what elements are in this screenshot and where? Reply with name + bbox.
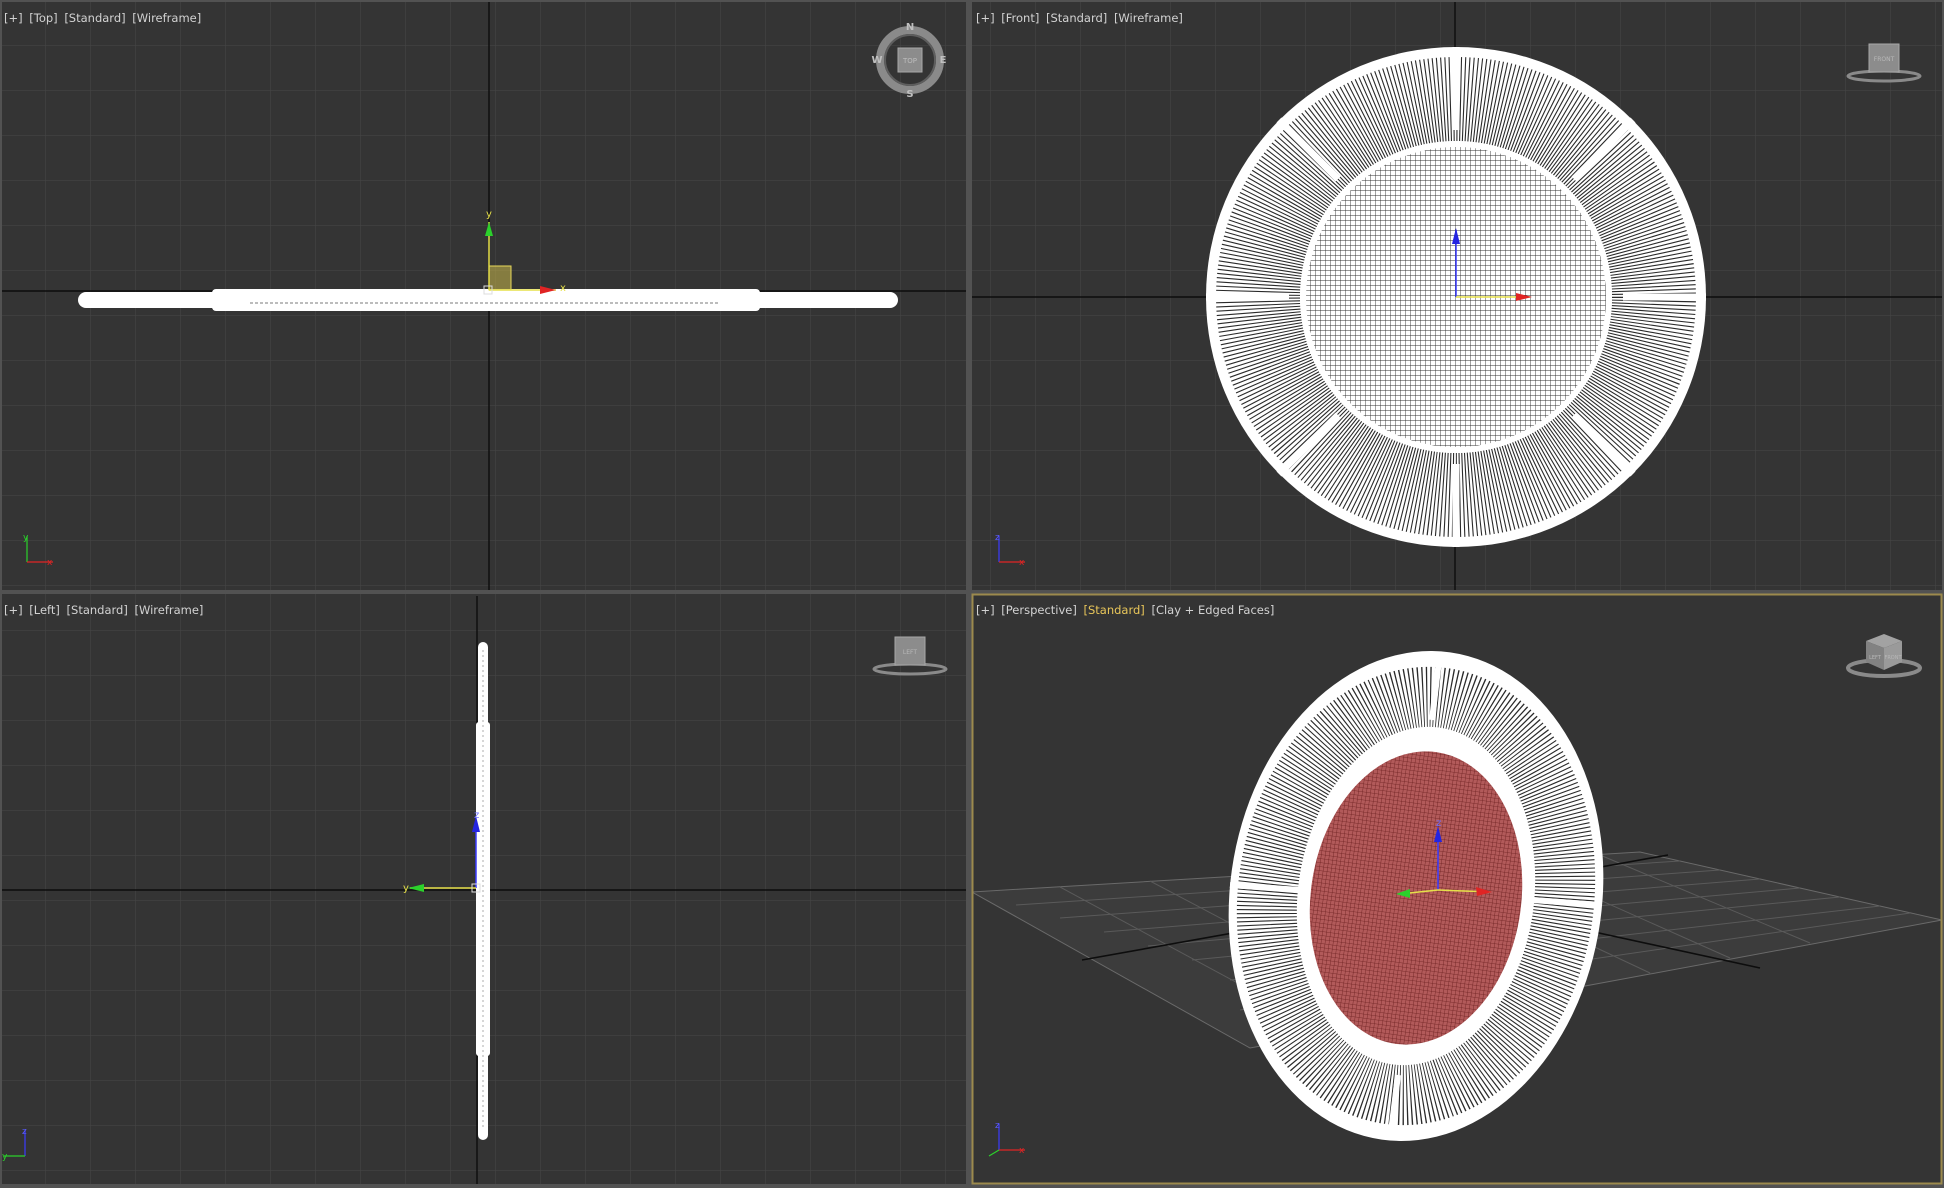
object-top-silhouette[interactable] xyxy=(78,289,898,311)
viewcube-left-face: LEFT xyxy=(903,649,917,656)
compass-n: N xyxy=(906,22,914,33)
viewport-view-menu[interactable]: [Left] xyxy=(29,603,60,617)
viewport-perspective[interactable]: z LEFT FRONT z x [+] [Perspective] [Stan… xyxy=(972,594,1942,1184)
viewport-left[interactable]: z y LEFT z y [+] [Left] [Standard] [Wire… xyxy=(2,594,966,1184)
viewport-mode-menu[interactable]: [Standard] xyxy=(67,603,128,617)
viewport-plus-menu[interactable]: [+] xyxy=(4,11,23,25)
viewport-plus-menu[interactable]: [+] xyxy=(976,11,995,25)
viewport-shading-menu[interactable]: [Wireframe] xyxy=(1114,11,1183,25)
gizmo-z-label: z xyxy=(1436,818,1441,829)
viewport-view-menu[interactable]: [Perspective] xyxy=(1001,603,1077,617)
viewcube-persp-front-face: FRONT xyxy=(1884,655,1902,661)
viewport-label-top[interactable]: [+] [Top] [Standard] [Wireframe] xyxy=(4,11,201,25)
viewport-view-menu[interactable]: [Front] xyxy=(1001,11,1039,25)
viewport-label-perspective[interactable]: [+] [Perspective] [Standard] [Clay + Edg… xyxy=(976,603,1274,617)
tripod-x: x xyxy=(47,558,53,568)
gizmo-z-label: z xyxy=(474,810,479,821)
viewport-area: y x TOP N S E W y x [+] [Top] [Standard]… xyxy=(0,0,1944,1188)
gizmo-y-label: y xyxy=(486,209,492,220)
viewport-mode-menu[interactable]: [Standard] xyxy=(1046,11,1107,25)
viewport-view-menu[interactable]: [Top] xyxy=(29,11,57,25)
viewport-front[interactable]: FRONT z x [+] [Front] [Standard] [Wirefr… xyxy=(972,2,1942,590)
viewport-mode-menu[interactable]: [Standard] xyxy=(1084,603,1145,617)
viewport-shading-menu[interactable]: [Wireframe] xyxy=(134,603,203,617)
tripod-z: z xyxy=(995,1121,1000,1131)
viewport-top[interactable]: y x TOP N S E W y x [+] [Top] [Standard]… xyxy=(2,2,966,590)
viewport-plus-menu[interactable]: [+] xyxy=(4,603,23,617)
tripod-y: y xyxy=(2,1152,8,1162)
gizmo-y-label: y xyxy=(403,883,409,894)
tripod-x: x xyxy=(1019,1146,1025,1156)
tripod-y: y xyxy=(23,533,29,543)
gizmo-x-label: x xyxy=(560,283,566,294)
tripod-z: z xyxy=(995,533,1000,543)
object-left-silhouette[interactable] xyxy=(476,642,490,1140)
viewcube-front-face: FRONT xyxy=(1874,56,1895,63)
compass-w: W xyxy=(871,55,882,66)
viewport-plus-menu[interactable]: [+] xyxy=(976,603,995,617)
compass-s: S xyxy=(906,89,913,100)
viewport-shading-menu[interactable]: [Clay + Edged Faces] xyxy=(1151,603,1274,617)
viewcube-top-face: TOP xyxy=(902,57,917,65)
tripod-z: z xyxy=(22,1127,27,1137)
viewport-label-left[interactable]: [+] [Left] [Standard] [Wireframe] xyxy=(4,603,203,617)
tripod-x: x xyxy=(1019,558,1025,568)
viewcube-persp-left-face: LEFT xyxy=(1869,655,1882,661)
viewport-mode-menu[interactable]: [Standard] xyxy=(64,11,125,25)
compass-e: E xyxy=(940,55,947,66)
viewport-shading-menu[interactable]: [Wireframe] xyxy=(132,11,201,25)
viewport-label-front[interactable]: [+] [Front] [Standard] [Wireframe] xyxy=(976,11,1183,25)
